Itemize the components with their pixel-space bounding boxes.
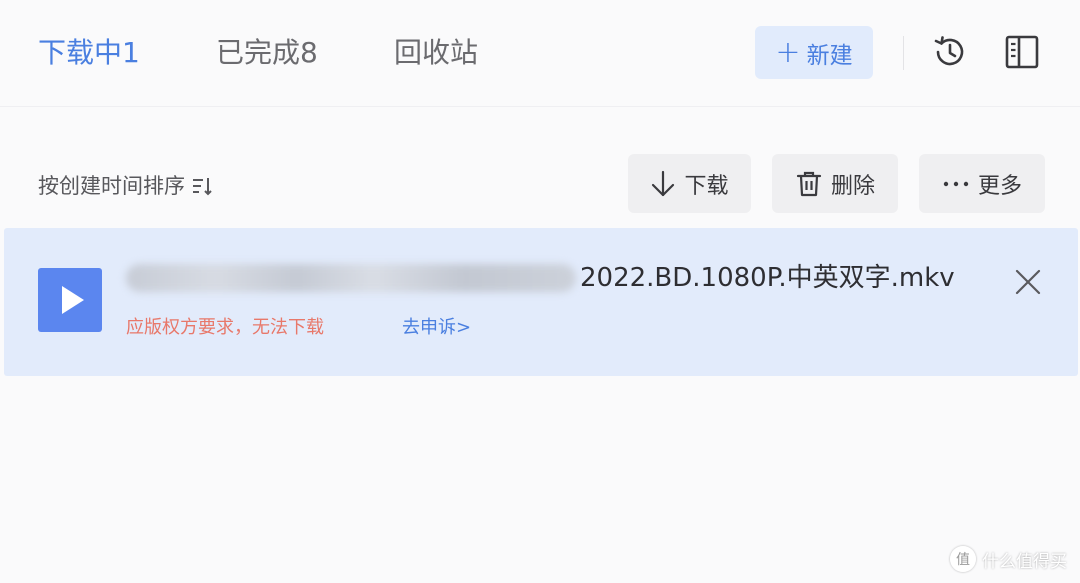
sort-label: 按创建时间排序 — [38, 174, 185, 198]
tab-downloading[interactable]: 下载中1 — [38, 34, 140, 72]
more-button[interactable]: 更多 — [919, 154, 1045, 213]
delete-label: 删除 — [830, 173, 875, 199]
close-icon[interactable] — [1012, 266, 1044, 298]
side-panel-icon[interactable] — [1002, 32, 1042, 72]
sort-icon — [193, 178, 212, 196]
watermark: 值 什么值得买 — [950, 545, 1067, 573]
download-button[interactable]: 下载 — [628, 154, 751, 213]
delete-button[interactable]: 删除 — [772, 154, 898, 213]
appeal-link[interactable]: 去申诉> — [402, 316, 471, 340]
download-label: 下载 — [684, 173, 729, 199]
new-task-button[interactable]: + 新建 — [755, 26, 873, 79]
new-task-label: 新建 — [806, 42, 853, 69]
copyright-error-text: 应版权方要求，无法下载 — [126, 317, 324, 338]
more-label: 更多 — [977, 173, 1022, 199]
watermark-text: 什么值得买 — [982, 551, 1067, 572]
download-arrow-icon — [652, 170, 675, 196]
top-bar: 下载中1 已完成8 回收站 + 新建 — [0, 0, 1080, 107]
tab-completed[interactable]: 已完成8 — [216, 34, 318, 72]
more-dots-icon — [943, 181, 969, 186]
tab-recycle-bin[interactable]: 回收站 — [394, 34, 478, 72]
redacted-filename-prefix — [126, 264, 576, 292]
file-name: 2022.BD.1080P.中英双字.mkv — [580, 263, 955, 293]
watermark-logo: 值 — [950, 546, 976, 572]
sort-by-created-time-button[interactable]: 按创建时间排序 — [38, 172, 213, 200]
toolbar-divider — [903, 36, 904, 70]
video-file-icon — [38, 268, 102, 332]
trash-icon — [796, 171, 822, 196]
plus-icon: + — [775, 34, 801, 70]
download-task-row[interactable]: 2022.BD.1080P.中英双字.mkv 应版权方要求，无法下载 去申诉> — [4, 228, 1078, 376]
history-clock-icon[interactable] — [930, 32, 970, 72]
